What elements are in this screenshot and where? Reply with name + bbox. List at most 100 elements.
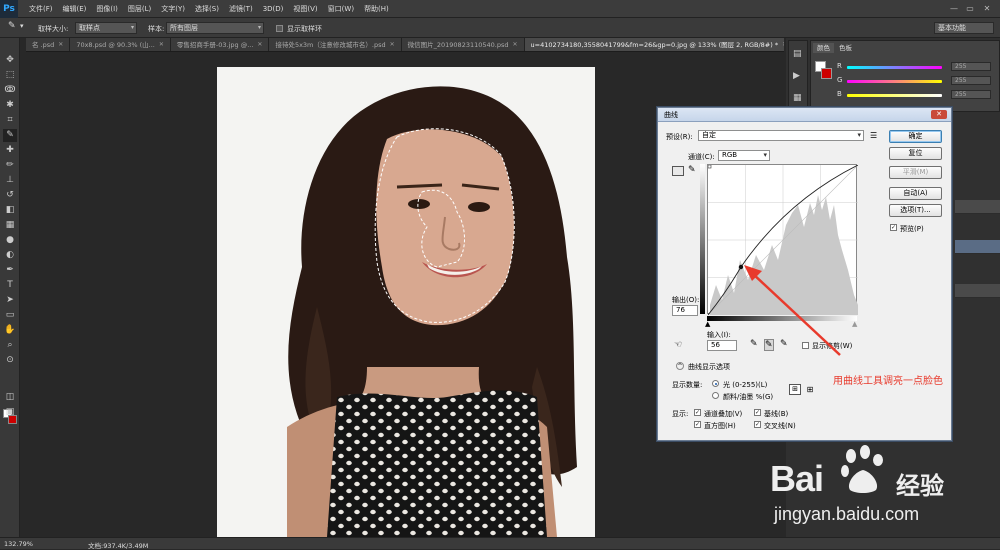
actions-panel-icon[interactable]: ▶ [793, 71, 800, 81]
reset-button[interactable]: 复位 [889, 147, 942, 160]
tab-document-1[interactable]: 名 .psd ✕ [26, 38, 71, 51]
menu-filter[interactable]: 滤镜(T) [224, 4, 258, 14]
pen-tool-icon[interactable]: ✒ [3, 264, 17, 277]
tab-document-4[interactable]: 接待处5x3m（注意修改城市名）.psd ✕ [269, 38, 402, 51]
close-window-icon[interactable]: ✕ [981, 3, 993, 14]
ok-button[interactable]: 确定 [889, 130, 942, 143]
history-panel-icon[interactable]: ▤ [793, 49, 802, 59]
display-options-heading[interactable]: 曲线显示选项 [688, 362, 730, 372]
output-field[interactable]: 76 [672, 305, 698, 316]
tab-document-2[interactable]: 70x8.psd @ 90.3% (山... ✕ [70, 38, 171, 51]
close-tab-icon[interactable]: ✕ [159, 38, 164, 51]
chevron-up-icon[interactable]: ^ [676, 362, 684, 370]
show-ring-checkbox[interactable] [276, 25, 283, 32]
sample-size-select[interactable]: 取样点 [75, 22, 137, 34]
close-tab-icon[interactable]: ✕ [58, 38, 63, 51]
history-brush-tool-icon[interactable]: ↺ [3, 189, 17, 202]
rectangle-tool-icon[interactable]: ▭ [3, 309, 17, 322]
options-button[interactable]: 选项(T)... [889, 204, 942, 217]
sample-select[interactable]: 所有图层 [166, 22, 264, 34]
pencil-tool-icon[interactable]: ✎ [688, 165, 696, 175]
histogram-checkbox[interactable]: ✓ [694, 421, 701, 428]
g-value[interactable]: 255 [951, 76, 991, 85]
menu-type[interactable]: 文字(Y) [156, 4, 190, 14]
detailed-grid-icon[interactable]: ⊞ [805, 385, 815, 394]
quick-select-tool-icon[interactable]: ✱ [3, 99, 17, 112]
menu-window[interactable]: 窗口(W) [323, 4, 359, 14]
b-label: B [837, 90, 842, 98]
tab-color[interactable]: 颜色 [813, 43, 834, 53]
background-color-chip[interactable] [821, 68, 832, 79]
black-point-slider[interactable]: ▲ [705, 320, 710, 328]
clone-stamp-tool-icon[interactable]: ⊥ [3, 174, 17, 187]
preview-checkbox[interactable]: ✓ [890, 224, 897, 231]
blur-tool-icon[interactable]: ● [3, 234, 17, 247]
zoom-tool-icon[interactable]: ⌕ [3, 339, 17, 352]
light-radio[interactable] [712, 380, 719, 387]
preset-options-icon[interactable]: ☰ [870, 131, 877, 140]
gradient-tool-icon[interactable]: ▦ [3, 219, 17, 232]
move-tool-icon[interactable]: ✥ [3, 54, 17, 67]
zoom-level[interactable]: 132.79% [4, 540, 33, 548]
eyedropper-tool-icon[interactable]: ✎ [3, 129, 17, 142]
tab-document-active[interactable]: u=4102734180,3558041799&fm=26&gp=0.jpg @… [524, 38, 784, 51]
maximize-icon[interactable]: ▭ [964, 3, 976, 14]
b-slider[interactable] [847, 94, 942, 97]
intersection-checkbox[interactable]: ✓ [754, 421, 761, 428]
menu-layer[interactable]: 图层(L) [123, 4, 156, 14]
workspace-select[interactable]: 基本功能 [934, 22, 994, 34]
close-icon[interactable]: ✕ [931, 110, 947, 119]
dodge-tool-icon[interactable]: ◐ [3, 249, 17, 262]
tab-document-5[interactable]: 微信图片_20190823110540.psd ✕ [401, 38, 525, 51]
simple-grid-icon[interactable]: ⊞ [789, 384, 801, 395]
menu-3d[interactable]: 3D(D) [258, 5, 289, 13]
preset-select[interactable]: 自定 [698, 130, 864, 141]
menu-edit[interactable]: 编辑(E) [58, 4, 92, 14]
menu-help[interactable]: 帮助(H) [359, 4, 394, 14]
eyedropper-tool-icon[interactable]: ✎ [8, 21, 16, 31]
hand-tool-icon[interactable]: ✋ [3, 324, 17, 337]
on-image-adjust-icon[interactable]: ☜ [674, 340, 682, 350]
smooth-button[interactable]: 平滑(M) [889, 166, 942, 179]
close-tab-icon[interactable]: ✕ [390, 38, 395, 51]
eraser-tool-icon[interactable]: ◧ [3, 204, 17, 217]
rotate-view-tool-icon[interactable]: ⊙ [3, 354, 17, 367]
pigment-radio[interactable] [712, 392, 719, 399]
properties-panel-icon[interactable]: ▦ [793, 93, 802, 103]
type-tool-icon[interactable]: T [3, 279, 17, 292]
baseline-checkbox[interactable]: ✓ [754, 409, 761, 416]
curve-point-tool-icon[interactable] [672, 166, 684, 176]
close-tab-icon[interactable]: ✕ [512, 38, 517, 51]
auto-button[interactable]: 自动(A) [889, 187, 942, 200]
document-image[interactable] [217, 67, 595, 537]
dialog-title: 曲线 [658, 108, 951, 122]
tab-document-3[interactable]: 零售招商手册-03.jpg @... ✕ [170, 38, 270, 51]
layer-row-selected[interactable] [955, 240, 1000, 254]
screen-mode-icon[interactable]: ▣ [3, 406, 17, 419]
close-tab-icon[interactable]: ✕ [782, 38, 784, 51]
minimize-icon[interactable]: — [948, 3, 960, 14]
r-slider[interactable] [847, 66, 942, 69]
g-slider[interactable] [847, 80, 942, 83]
b-value[interactable]: 255 [951, 90, 991, 99]
healing-tool-icon[interactable]: ✚ [3, 144, 17, 157]
lasso-tool-icon[interactable]: ↂ [3, 84, 17, 97]
menu-file[interactable]: 文件(F) [24, 4, 58, 14]
quick-mask-icon[interactable]: ◫ [3, 391, 17, 404]
close-tab-icon[interactable]: ✕ [257, 38, 262, 51]
path-select-tool-icon[interactable]: ➤ [3, 294, 17, 307]
marquee-tool-icon[interactable]: ⬚ [3, 69, 17, 82]
options-bar: ✎ ▾ 取样大小: 取样点 样本: 所有图层 显示取样环 基本功能 [0, 18, 1000, 38]
tab-swatches[interactable]: 色板 [835, 43, 856, 53]
menu-select[interactable]: 选择(S) [190, 4, 224, 14]
layer-row[interactable] [955, 284, 1000, 298]
menu-image[interactable]: 图像(I) [91, 4, 123, 14]
layer-row[interactable] [955, 200, 1000, 214]
menu-view[interactable]: 视图(V) [288, 4, 322, 14]
brush-tool-icon[interactable]: ✏ [3, 159, 17, 172]
tool-preset-arrow-icon[interactable]: ▾ [20, 22, 24, 30]
r-value[interactable]: 255 [951, 62, 991, 71]
channel-overlays-checkbox[interactable]: ✓ [694, 409, 701, 416]
crop-tool-icon[interactable]: ⌗ [3, 114, 17, 127]
channel-select[interactable]: RGB [718, 150, 770, 161]
